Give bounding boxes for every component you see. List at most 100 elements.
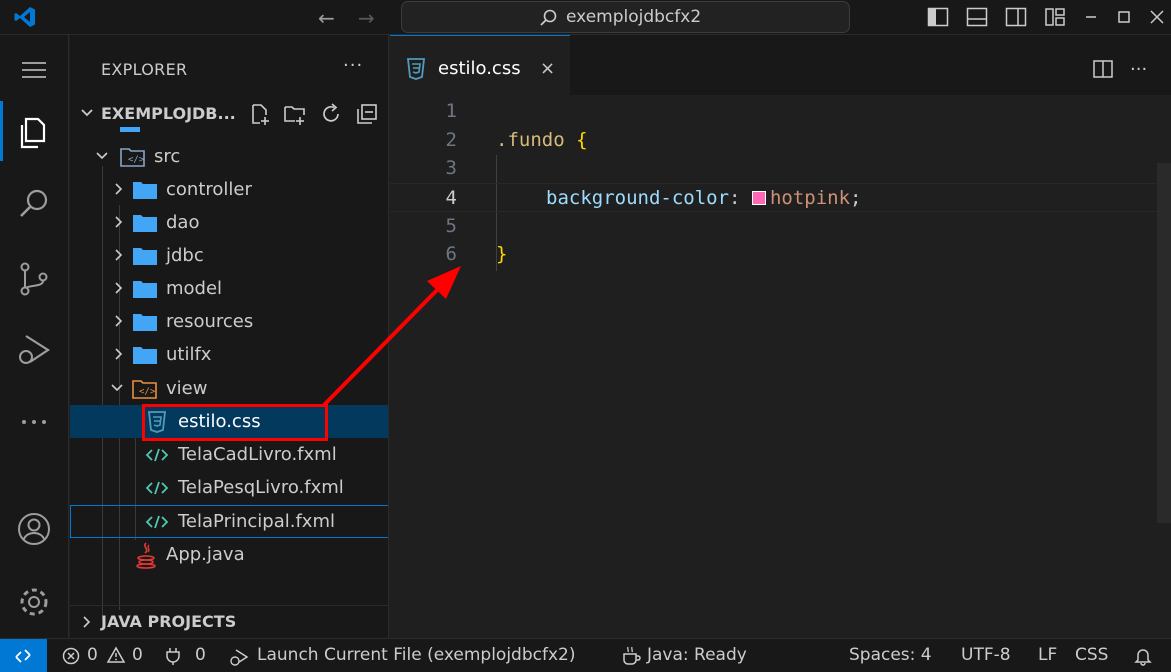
tree-item-label: TelaCadLivro.fxml (178, 444, 337, 465)
java-projects-section[interactable]: JAVA PROJECTS (70, 605, 388, 638)
chevron-down-icon (111, 384, 123, 392)
activity-run-debug[interactable] (0, 318, 69, 378)
activity-more[interactable] (0, 390, 69, 450)
tree-item-dao[interactable]: dao (70, 206, 388, 239)
scrolled-row-remnant (120, 127, 210, 133)
tree-item-label: jdbc (166, 245, 204, 266)
folder-icon (133, 281, 157, 298)
tree-item-telaprincipal[interactable]: TelaPrincipal.fxml (70, 505, 388, 538)
code-line: 5 (390, 212, 1171, 241)
line-content: background-color: hotpink; (546, 187, 861, 209)
split-editor-icon[interactable] (1092, 59, 1114, 79)
refresh-icon[interactable] (319, 102, 343, 126)
tab-estilo-css[interactable]: estilo.css × (390, 35, 570, 95)
tree-item-telapesqlivro[interactable]: TelaPesqLivro.fxml (70, 471, 388, 504)
error-count[interactable]: 0 (87, 645, 98, 665)
tree-item-label: utilfx (166, 344, 212, 365)
collapse-all-icon[interactable] (355, 102, 379, 126)
toggle-panel-icon[interactable] (966, 7, 988, 27)
tree-item-label: TelaPesqLivro.fxml (178, 477, 344, 498)
java-coffee-icon[interactable] (621, 645, 643, 667)
warning-icon[interactable] (106, 646, 126, 664)
tree-item-view[interactable]: </> view (70, 372, 388, 405)
search-icon (540, 9, 557, 26)
back-arrow-icon[interactable]: ← (318, 6, 335, 30)
java-file-icon (136, 542, 156, 569)
chevron-right-icon (83, 616, 91, 628)
menu-button[interactable] (0, 40, 69, 100)
command-center-search[interactable]: exemplojdbcfx2 (401, 1, 850, 33)
maximize-icon[interactable] (1113, 7, 1135, 27)
toggle-secondary-sidebar-icon[interactable] (1005, 7, 1027, 27)
indentation[interactable]: Spaces: 4 (849, 645, 932, 665)
line-number: 2 (445, 129, 457, 151)
chevron-right-icon (115, 249, 123, 261)
line-ending[interactable]: LF (1038, 645, 1057, 665)
customize-layout-icon[interactable] (1044, 7, 1066, 27)
remote-indicator[interactable] (0, 639, 47, 672)
java-status[interactable]: Java: Ready (647, 645, 747, 665)
chevron-right-icon (115, 315, 123, 327)
line-number: 1 (445, 100, 457, 122)
fxml-file-icon (145, 481, 169, 495)
new-folder-icon[interactable] (283, 102, 307, 126)
activity-manage[interactable] (0, 570, 69, 630)
tab-label: estilo.css (438, 58, 521, 79)
forward-arrow-icon[interactable]: → (358, 6, 375, 30)
run-debug-icon (19, 335, 51, 364)
tree-item-label: controller (166, 179, 252, 200)
line-number: 6 (445, 243, 457, 265)
editor-more-actions-icon[interactable]: ··· (1130, 59, 1147, 80)
explorer-title: EXPLORER (101, 60, 188, 79)
editor-scrollbar[interactable] (1157, 163, 1171, 523)
explorer-more-icon[interactable]: ··· (343, 55, 363, 76)
folder-icon (133, 182, 157, 199)
tree-item-model[interactable]: model (70, 272, 388, 305)
tree-item-src[interactable]: </> src (70, 140, 388, 173)
close-tab-icon[interactable]: × (540, 58, 555, 79)
line-number: 5 (445, 215, 457, 237)
tree-item-app-java[interactable]: App.java (70, 538, 388, 571)
ports-icon[interactable] (163, 646, 183, 666)
warning-count[interactable]: 0 (132, 645, 143, 665)
view-folder-icon: </> (132, 380, 157, 399)
editor-area: estilo.css × ··· 1 2 .fundo { 3 4 backgr… (390, 35, 1171, 638)
open-brace: { (576, 129, 588, 151)
tree-item-telacadlivro[interactable]: TelaCadLivro.fxml (70, 438, 388, 471)
activity-search[interactable] (0, 172, 69, 232)
line-content: .fundo { (496, 129, 588, 151)
tree-item-resources[interactable]: resources (70, 305, 388, 338)
line-content: } (496, 243, 507, 265)
ports-count[interactable]: 0 (195, 645, 206, 665)
debug-launch-icon[interactable] (229, 647, 251, 667)
encoding[interactable]: UTF-8 (961, 645, 1011, 665)
chevron-down-icon (96, 152, 108, 160)
minimize-icon[interactable] (1080, 7, 1102, 27)
tree-item-utilfx[interactable]: utilfx (70, 338, 388, 371)
tree-item-controller[interactable]: controller (70, 173, 388, 206)
activity-accounts[interactable] (0, 497, 69, 557)
bell-icon[interactable] (1133, 646, 1153, 666)
color-swatch[interactable] (751, 191, 766, 205)
css-file-icon (406, 58, 426, 80)
close-window-icon[interactable] (1146, 7, 1168, 27)
vscode-logo-icon[interactable] (12, 5, 38, 29)
language-mode[interactable]: CSS (1075, 645, 1108, 665)
launch-config[interactable]: Launch Current File (exemplojdbcfx2) (257, 645, 575, 665)
project-section-header[interactable]: EXEMPLOJDB... (70, 97, 388, 130)
files-icon (20, 117, 46, 149)
line-number: 4 (445, 187, 457, 209)
java-projects-label: JAVA PROJECTS (101, 612, 237, 631)
error-icon[interactable] (62, 647, 80, 665)
tree-item-label: model (166, 278, 223, 299)
activity-source-control[interactable] (0, 247, 69, 307)
code-editor[interactable]: 1 2 .fundo { 3 4 background-color: hotpi… (390, 95, 1171, 638)
tree-item-jdbc[interactable]: jdbc (70, 239, 388, 272)
chevron-right-icon (115, 348, 123, 360)
new-file-icon[interactable] (248, 102, 272, 126)
semicolon: ; (850, 187, 862, 209)
activity-explorer[interactable] (0, 101, 69, 161)
toggle-primary-sidebar-icon[interactable] (927, 7, 949, 27)
colon: : (729, 187, 741, 209)
tree-item-label: src (154, 146, 181, 167)
